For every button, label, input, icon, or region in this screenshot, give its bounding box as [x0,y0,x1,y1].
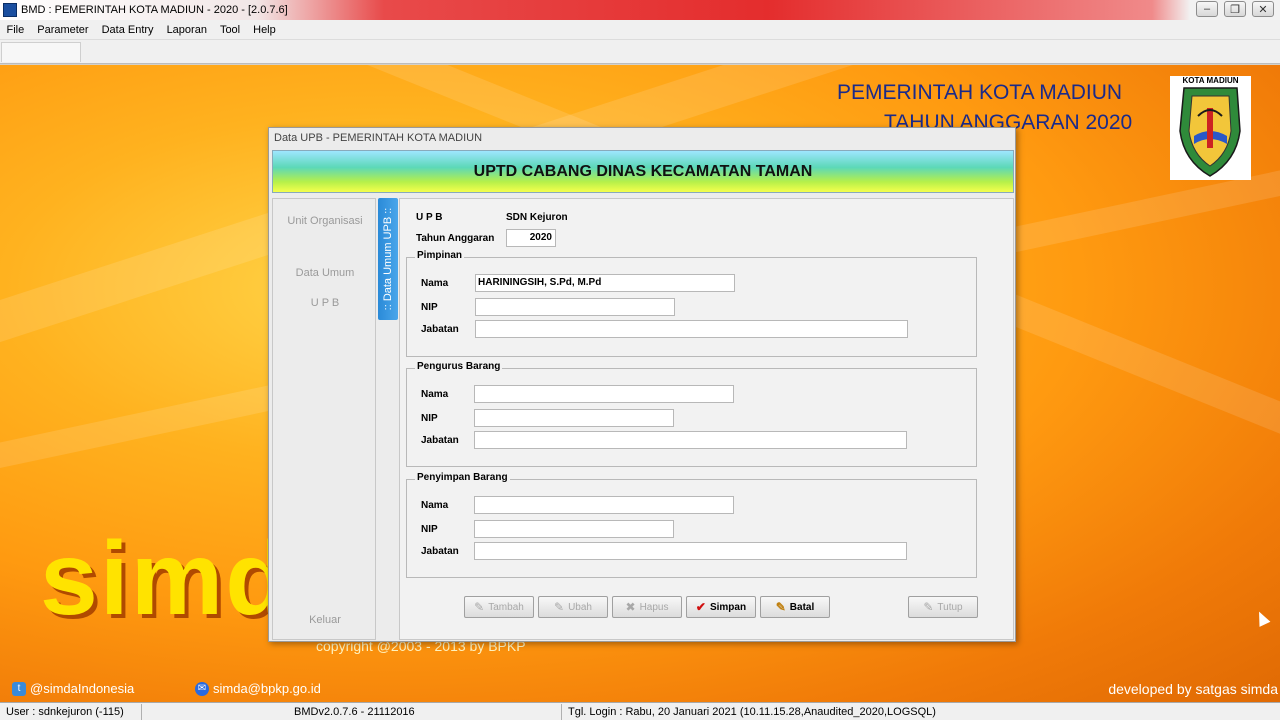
tambah-button[interactable]: ✎ Tambah [464,596,534,618]
pengurus-nip-label: NIP [421,413,438,424]
penyimpan-barang-title: Penyimpan Barang [415,472,510,483]
menu-file[interactable]: File [0,24,31,36]
close-door-icon: ✎ [923,600,934,614]
pimpinan-nip-field[interactable] [475,298,675,316]
penyimpan-barang-group: Penyimpan Barang Nama NIP Jabatan [406,472,977,578]
window-title: BMD : PEMERINTAH KOTA MADIUN - 2020 - [2… [21,4,288,16]
window-controls: – ❐ ✕ [1196,1,1274,17]
pengurus-barang-group: Pengurus Barang Nama NIP Jabatan [406,361,977,467]
email-link[interactable]: ✉ simda@bpkp.go.id [195,681,321,696]
nav-data-umum[interactable]: Data Umum [273,267,377,279]
tahun-anggaran-label: Tahun Anggaran [416,233,495,244]
simpan-label: Simpan [709,601,747,613]
email-icon: ✉ [195,681,209,696]
pengurus-barang-title: Pengurus Barang [415,361,503,372]
batal-label: Batal [789,601,815,613]
tab-data-umum-upb[interactable]: :: Data Umum UPB :: [378,198,398,320]
title-bar: BMD : PEMERINTAH KOTA MADIUN - 2020 - [2… [0,0,1280,20]
penyimpan-nama-field[interactable] [474,496,734,514]
maximize-button[interactable]: ❐ [1224,1,1246,17]
pengurus-jabatan-label: Jabatan [421,435,459,446]
pengurus-nama-label: Nama [421,389,449,400]
status-user: User : sdnkejuron (-115) [0,704,142,720]
pengurus-jabatan-field[interactable] [474,431,907,449]
dialog-left-nav: Unit Organisasi Data Umum U P B Keluar [272,198,376,640]
developed-by-text: developed by satgas simda [1108,681,1278,697]
dialog-banner: UPTD CABANG DINAS KECAMATAN TAMAN [272,150,1014,193]
tahun-anggaran-field[interactable]: 2020 [506,229,556,247]
upb-value: SDN Kejuron [506,212,568,223]
app-icon [3,3,17,17]
add-icon: ✎ [474,600,485,614]
dialog-content: U P B SDN Kejuron Tahun Anggaran 2020 Pi… [399,198,1014,640]
batal-button[interactable]: ✎ Batal [760,596,830,618]
penyimpan-nip-label: NIP [421,524,438,535]
coat-of-arms-icon [1179,87,1241,177]
hapus-label: Hapus [639,601,669,613]
tutup-button[interactable]: ✎ Tutup [908,596,978,618]
nav-upb[interactable]: U P B [273,297,377,309]
pimpinan-jabatan-label: Jabatan [421,324,459,335]
header-line1: PEMERINTAH KOTA MADIUN [837,81,1123,104]
penyimpan-nip-field[interactable] [474,520,674,538]
close-button[interactable]: ✕ [1252,1,1274,17]
nav-keluar[interactable]: Keluar [273,614,377,626]
twitter-link[interactable]: t @simdaIndonesia [12,681,134,696]
edit-icon: ✎ [554,600,565,614]
pengurus-nip-field[interactable] [474,409,674,427]
status-login: Tgl. Login : Rabu, 20 Januari 2021 (10.1… [568,706,936,718]
status-version: BMDv2.0.7.6 - 21112016 [142,704,562,720]
menu-parameter[interactable]: Parameter [31,24,95,36]
penyimpan-nama-label: Nama [421,500,449,511]
pimpinan-nip-label: NIP [421,302,438,313]
status-bar: User : sdnkejuron (-115) BMDv2.0.7.6 - 2… [0,702,1280,720]
data-upb-dialog: Data UPB - PEMERINTAH KOTA MADIUN UPTD C… [268,127,1016,642]
pimpinan-group: Pimpinan Nama HARININGSIH, S.Pd, M.Pd NI… [406,250,977,357]
menu-laporan[interactable]: Laporan [160,24,213,36]
ubah-label: Ubah [568,601,592,613]
tab-data-umum-upb-label: :: Data Umum UPB :: [382,207,394,311]
nav-unit-organisasi[interactable]: Unit Organisasi [273,215,377,227]
twitter-handle: @simdaIndonesia [30,681,135,696]
checkmark-icon: ✔ [695,600,706,614]
delete-icon: ✖ [625,600,636,614]
menu-tool[interactable]: Tool [213,24,246,36]
email-address: simda@bpkp.go.id [213,681,321,696]
twitter-icon: t [12,681,26,696]
tutup-label: Tutup [937,601,963,613]
penyimpan-jabatan-field[interactable] [474,542,907,560]
toolbar [0,40,1280,64]
ubah-button[interactable]: ✎ Ubah [538,596,608,618]
menu-data-entry[interactable]: Data Entry [95,24,160,36]
simpan-button[interactable]: ✔ Simpan [686,596,756,618]
undo-icon: ✎ [775,600,786,614]
pengurus-nama-field[interactable] [474,385,734,403]
pimpinan-nama-field[interactable]: HARININGSIH, S.Pd, M.Pd [475,274,735,292]
penyimpan-jabatan-label: Jabatan [421,546,459,557]
hapus-button[interactable]: ✖ Hapus [612,596,682,618]
logo-caption: KOTA MADIUN [1182,76,1239,85]
kota-madiun-logo: KOTA MADIUN [1170,76,1251,180]
pimpinan-jabatan-field[interactable] [475,320,908,338]
minimize-button[interactable]: – [1196,1,1218,17]
menu-help[interactable]: Help [247,24,283,36]
menu-bar: File Parameter Data Entry Laporan Tool H… [0,20,1280,40]
upb-label: U P B [416,212,443,223]
pimpinan-nama-label: Nama [421,278,449,289]
toolbar-tab[interactable] [1,42,81,62]
dialog-title: Data UPB - PEMERINTAH KOTA MADIUN [269,128,1015,148]
pimpinan-title: Pimpinan [415,250,465,261]
tambah-label: Tambah [488,601,524,613]
